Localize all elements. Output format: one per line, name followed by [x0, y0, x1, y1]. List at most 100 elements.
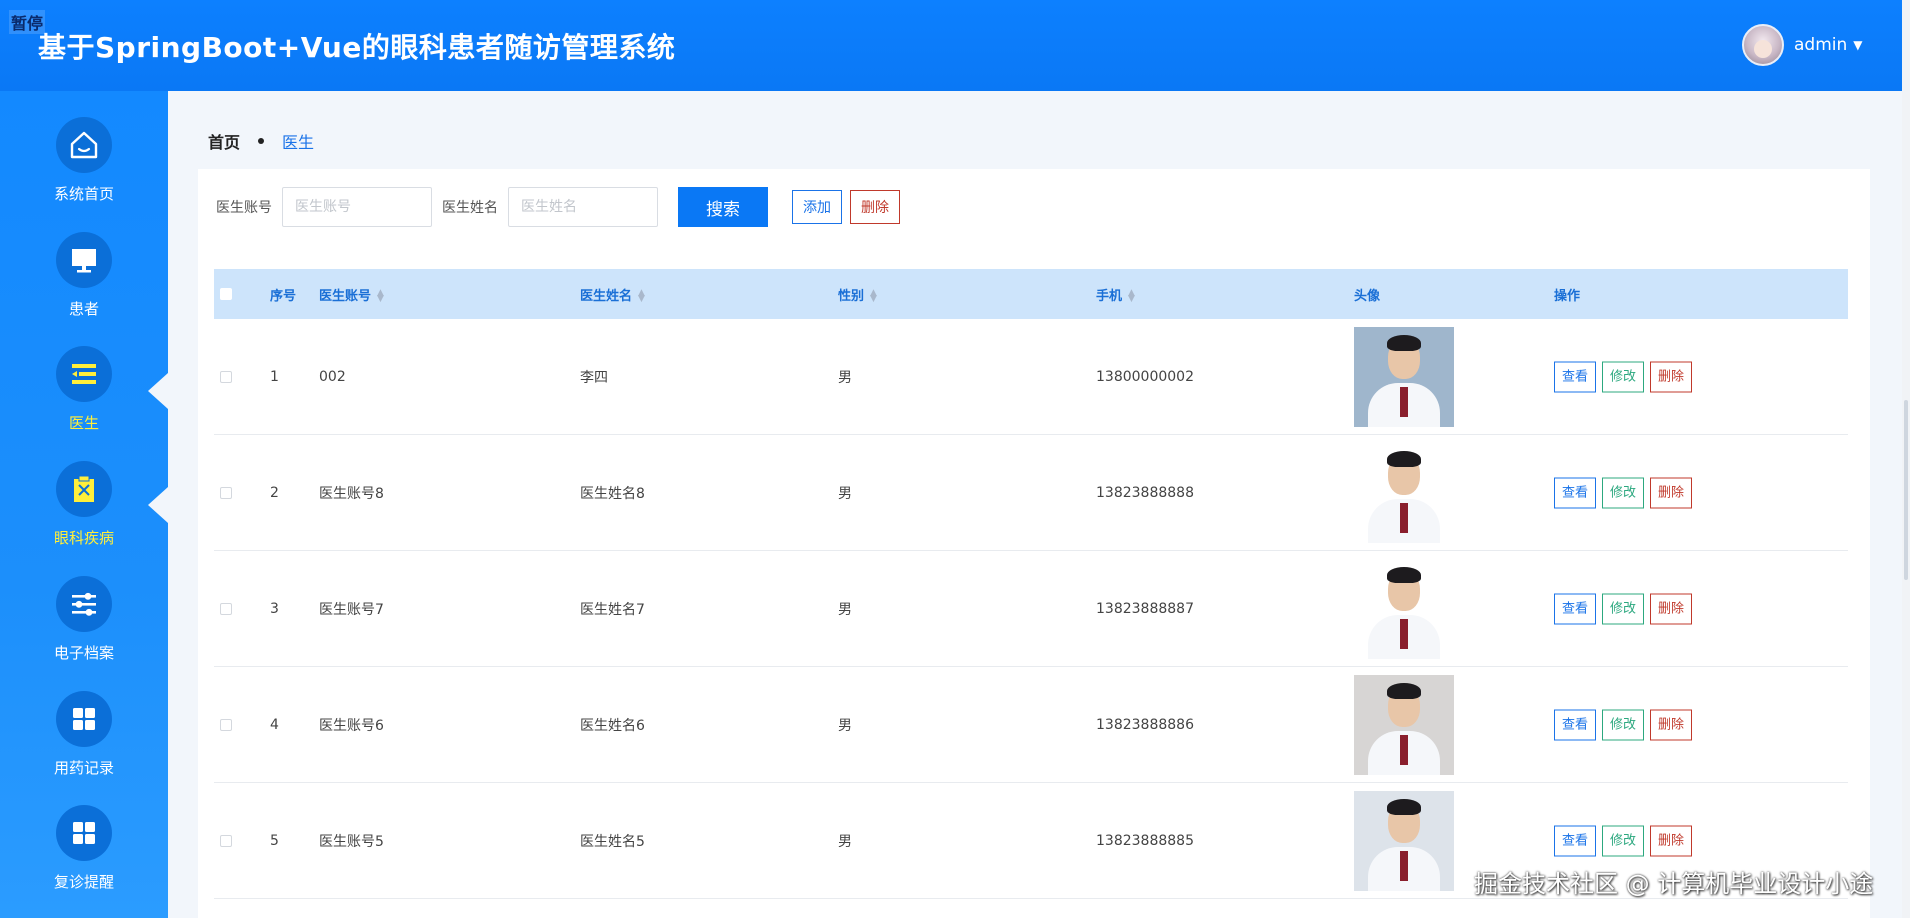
table-row: 2 医生账号8 医生姓名8 男 13823888888 查看 修改 删除	[214, 435, 1848, 551]
sliders-icon	[56, 576, 112, 632]
table-row: 3 医生账号7 医生姓名7 男 13823888887 查看 修改 删除	[214, 551, 1848, 667]
cell-account: 医生账号6	[319, 717, 384, 734]
cell-index: 3	[270, 600, 279, 617]
cell-name: 医生姓名8	[580, 485, 645, 502]
edit-button[interactable]: 修改	[1602, 709, 1645, 740]
delete-button[interactable]: 删除	[1650, 593, 1693, 624]
edit-button[interactable]: 修改	[1602, 477, 1645, 508]
cell-phone: 13823888885	[1096, 832, 1194, 849]
add-button[interactable]: 添加	[792, 190, 842, 224]
header-account[interactable]: 医生账号 ▲ ▼	[319, 285, 384, 304]
header-actions: 操作	[1554, 288, 1581, 304]
sidebar-item-followup[interactable]: 复诊提醒	[0, 805, 168, 892]
sidebar: 系统首页 患者 医生 眼科疾病 电子档案 用药记录 复诊提醒	[0, 91, 168, 918]
cell-account: 医生账号5	[319, 833, 384, 850]
cell-phone: 13823888888	[1096, 484, 1194, 501]
table-row: 1 002 李四 男 13800000002 查看 修改 删除	[214, 319, 1848, 435]
cell-name: 李四	[580, 369, 608, 386]
sidebar-item-label: 电子档案	[53, 644, 114, 662]
cell-gender: 男	[838, 369, 852, 386]
cell-account: 002	[319, 368, 346, 385]
account-search-input[interactable]	[282, 187, 432, 227]
header-gender[interactable]: 性别 ▲ ▼	[838, 285, 877, 304]
cell-name: 医生姓名6	[580, 717, 645, 734]
cell-gender: 男	[838, 601, 852, 618]
user-name[interactable]: admin	[1794, 35, 1847, 55]
sidebar-item-label: 眼科疾病	[53, 529, 114, 547]
sidebar-item-patients[interactable]: 患者	[0, 232, 168, 319]
view-button[interactable]: 查看	[1554, 361, 1597, 392]
cell-gender: 男	[838, 833, 852, 850]
cell-index: 1	[270, 368, 279, 385]
sort-icon[interactable]: ▲ ▼	[377, 289, 384, 304]
doctor-photo	[1354, 558, 1454, 659]
batch-delete-button[interactable]: 删除	[850, 190, 900, 224]
sort-icon[interactable]: ▲ ▼	[870, 289, 877, 304]
header-avatar: 头像	[1354, 288, 1381, 304]
breadcrumb-current: 医生	[282, 133, 315, 152]
sidebar-item-eye-diseases[interactable]: 眼科疾病	[0, 461, 168, 548]
top-header: 暂停 基于SpringBoot+Vue的眼科患者随访管理系统 admin ▼	[0, 0, 1902, 91]
breadcrumb: 首页 医生	[208, 129, 314, 153]
search-button[interactable]: 搜索	[678, 187, 768, 227]
active-indicator	[148, 373, 168, 409]
sidebar-item-doctors[interactable]: 医生	[0, 346, 168, 433]
view-button[interactable]: 查看	[1554, 477, 1597, 508]
cell-account: 医生账号7	[319, 601, 384, 618]
row-checkbox[interactable]	[220, 486, 232, 499]
row-checkbox[interactable]	[220, 602, 232, 615]
avatar[interactable]	[1742, 24, 1784, 66]
cell-name: 医生姓名5	[580, 833, 645, 850]
cell-name: 医生姓名7	[580, 601, 645, 618]
header-phone[interactable]: 手机 ▲ ▼	[1096, 285, 1135, 304]
app-title: 基于SpringBoot+Vue的眼科患者随访管理系统	[38, 31, 676, 64]
sidebar-item-label: 系统首页	[53, 185, 114, 203]
edit-button[interactable]: 修改	[1602, 825, 1645, 856]
monitor-icon	[56, 232, 112, 288]
edit-button[interactable]: 修改	[1602, 361, 1645, 392]
window-edge	[1902, 0, 1910, 918]
sidebar-item-home[interactable]: 系统首页	[0, 117, 168, 204]
watermark: 掘金技术社区 @ 计算机毕业设计小途	[1474, 870, 1874, 898]
doctor-photo	[1354, 674, 1454, 775]
view-button[interactable]: 查看	[1554, 709, 1597, 740]
row-checkbox[interactable]	[220, 718, 232, 731]
name-search-input[interactable]	[508, 187, 658, 227]
edit-button[interactable]: 修改	[1602, 593, 1645, 624]
scrollbar[interactable]	[1904, 400, 1908, 580]
view-button[interactable]: 查看	[1554, 593, 1597, 624]
delete-button[interactable]: 删除	[1650, 477, 1693, 508]
name-label: 医生姓名	[442, 200, 498, 216]
search-bar: 医生账号 医生姓名 搜索 添加 删除	[216, 187, 900, 227]
breadcrumb-home[interactable]: 首页	[208, 129, 240, 153]
grid-icon	[56, 805, 112, 861]
header-name[interactable]: 医生姓名 ▲ ▼	[580, 285, 645, 304]
sidebar-item-label: 用药记录	[53, 759, 114, 777]
user-menu[interactable]: admin ▼	[1742, 24, 1863, 66]
doctor-photo	[1354, 790, 1454, 891]
chevron-down-icon[interactable]: ▼	[1853, 38, 1862, 52]
cell-gender: 男	[838, 485, 852, 502]
cell-phone: 13800000002	[1096, 368, 1194, 385]
account-label: 医生账号	[216, 200, 272, 216]
delete-button[interactable]: 删除	[1650, 709, 1693, 740]
sidebar-item-label: 复诊提醒	[53, 873, 114, 891]
delete-button[interactable]: 删除	[1650, 361, 1693, 392]
sort-icon[interactable]: ▲ ▼	[1128, 289, 1135, 304]
cell-index: 5	[270, 832, 279, 849]
select-all-checkbox[interactable]	[220, 288, 232, 300]
header-index: 序号	[270, 288, 297, 304]
row-checkbox[interactable]	[220, 370, 232, 383]
cell-index: 2	[270, 484, 279, 501]
view-button[interactable]: 查看	[1554, 825, 1597, 856]
delete-button[interactable]: 删除	[1650, 825, 1693, 856]
table-body: 1 002 李四男 13800000002 查看 修改 删除 2 医生账号8 医生姓名8 男 1382…	[214, 319, 1848, 899]
sidebar-item-label: 患者	[68, 300, 99, 318]
content-panel: 医生账号 医生姓名 搜索 添加 删除 序号 医生账号▲▼ 医生姓名▲▼ 性别▲▼…	[198, 169, 1870, 918]
row-checkbox[interactable]	[220, 834, 232, 847]
sidebar-item-medication[interactable]: 用药记录	[0, 691, 168, 778]
doctor-table: 序号 医生账号 ▲ ▼ 医生姓名 ▲ ▼ 性别 ▲ ▼ 手机 ▲ ▼ 头像 操作 1 002 李四男…	[214, 269, 1848, 899]
cell-phone: 13823888887	[1096, 600, 1194, 617]
sort-icon[interactable]: ▲ ▼	[638, 289, 645, 304]
sidebar-item-records[interactable]: 电子档案	[0, 576, 168, 663]
